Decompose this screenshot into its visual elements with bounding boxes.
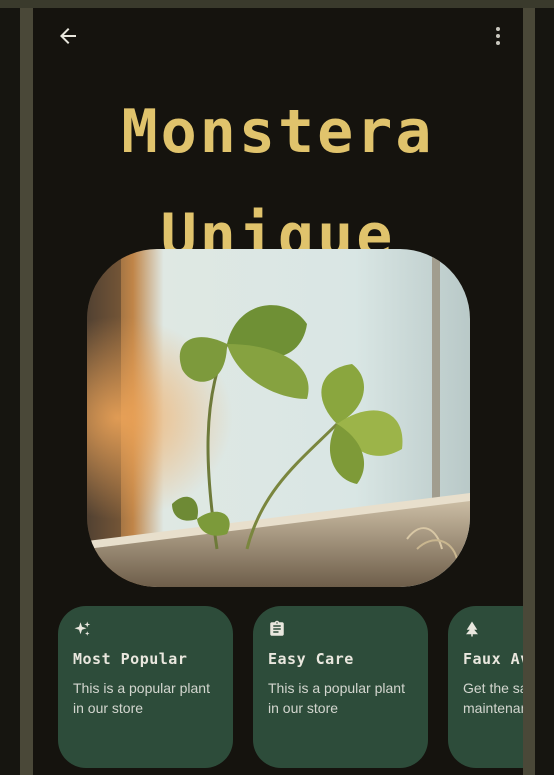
more-vert-icon [496,27,500,45]
clipboard-icon [270,620,284,636]
card-body: Get the sa without th maintenan [463,680,523,716]
detail-screen: Monstera Unique Most Popular This is a p… [33,8,523,775]
card-body: This is a popular plant in our store [268,680,405,716]
card-title: Easy Care [268,650,354,668]
right-edge [535,8,554,775]
card-body: This is a popular plant in our store [73,680,210,716]
back-button[interactable] [48,16,88,56]
left-rail [20,8,33,775]
sparkles-icon [74,621,91,636]
title-line-1: Monstera [121,97,435,167]
card-easy-care[interactable]: Easy Care This is a popular plant in our… [253,606,428,768]
card-title: Faux Av [463,650,523,668]
arrow-back-icon [60,28,76,44]
right-rail [523,8,535,775]
card-most-popular[interactable]: Most Popular This is a popular plant in … [58,606,233,768]
plant-photo [87,249,470,587]
tree-icon [466,621,478,637]
feature-cards: Most Popular This is a popular plant in … [58,606,523,768]
left-edge [0,8,20,775]
card-faux[interactable]: Faux Av Get the sa without th maintenan [448,606,523,768]
top-strip [0,0,554,8]
more-options-button[interactable] [478,16,518,56]
card-title: Most Popular [73,650,188,668]
